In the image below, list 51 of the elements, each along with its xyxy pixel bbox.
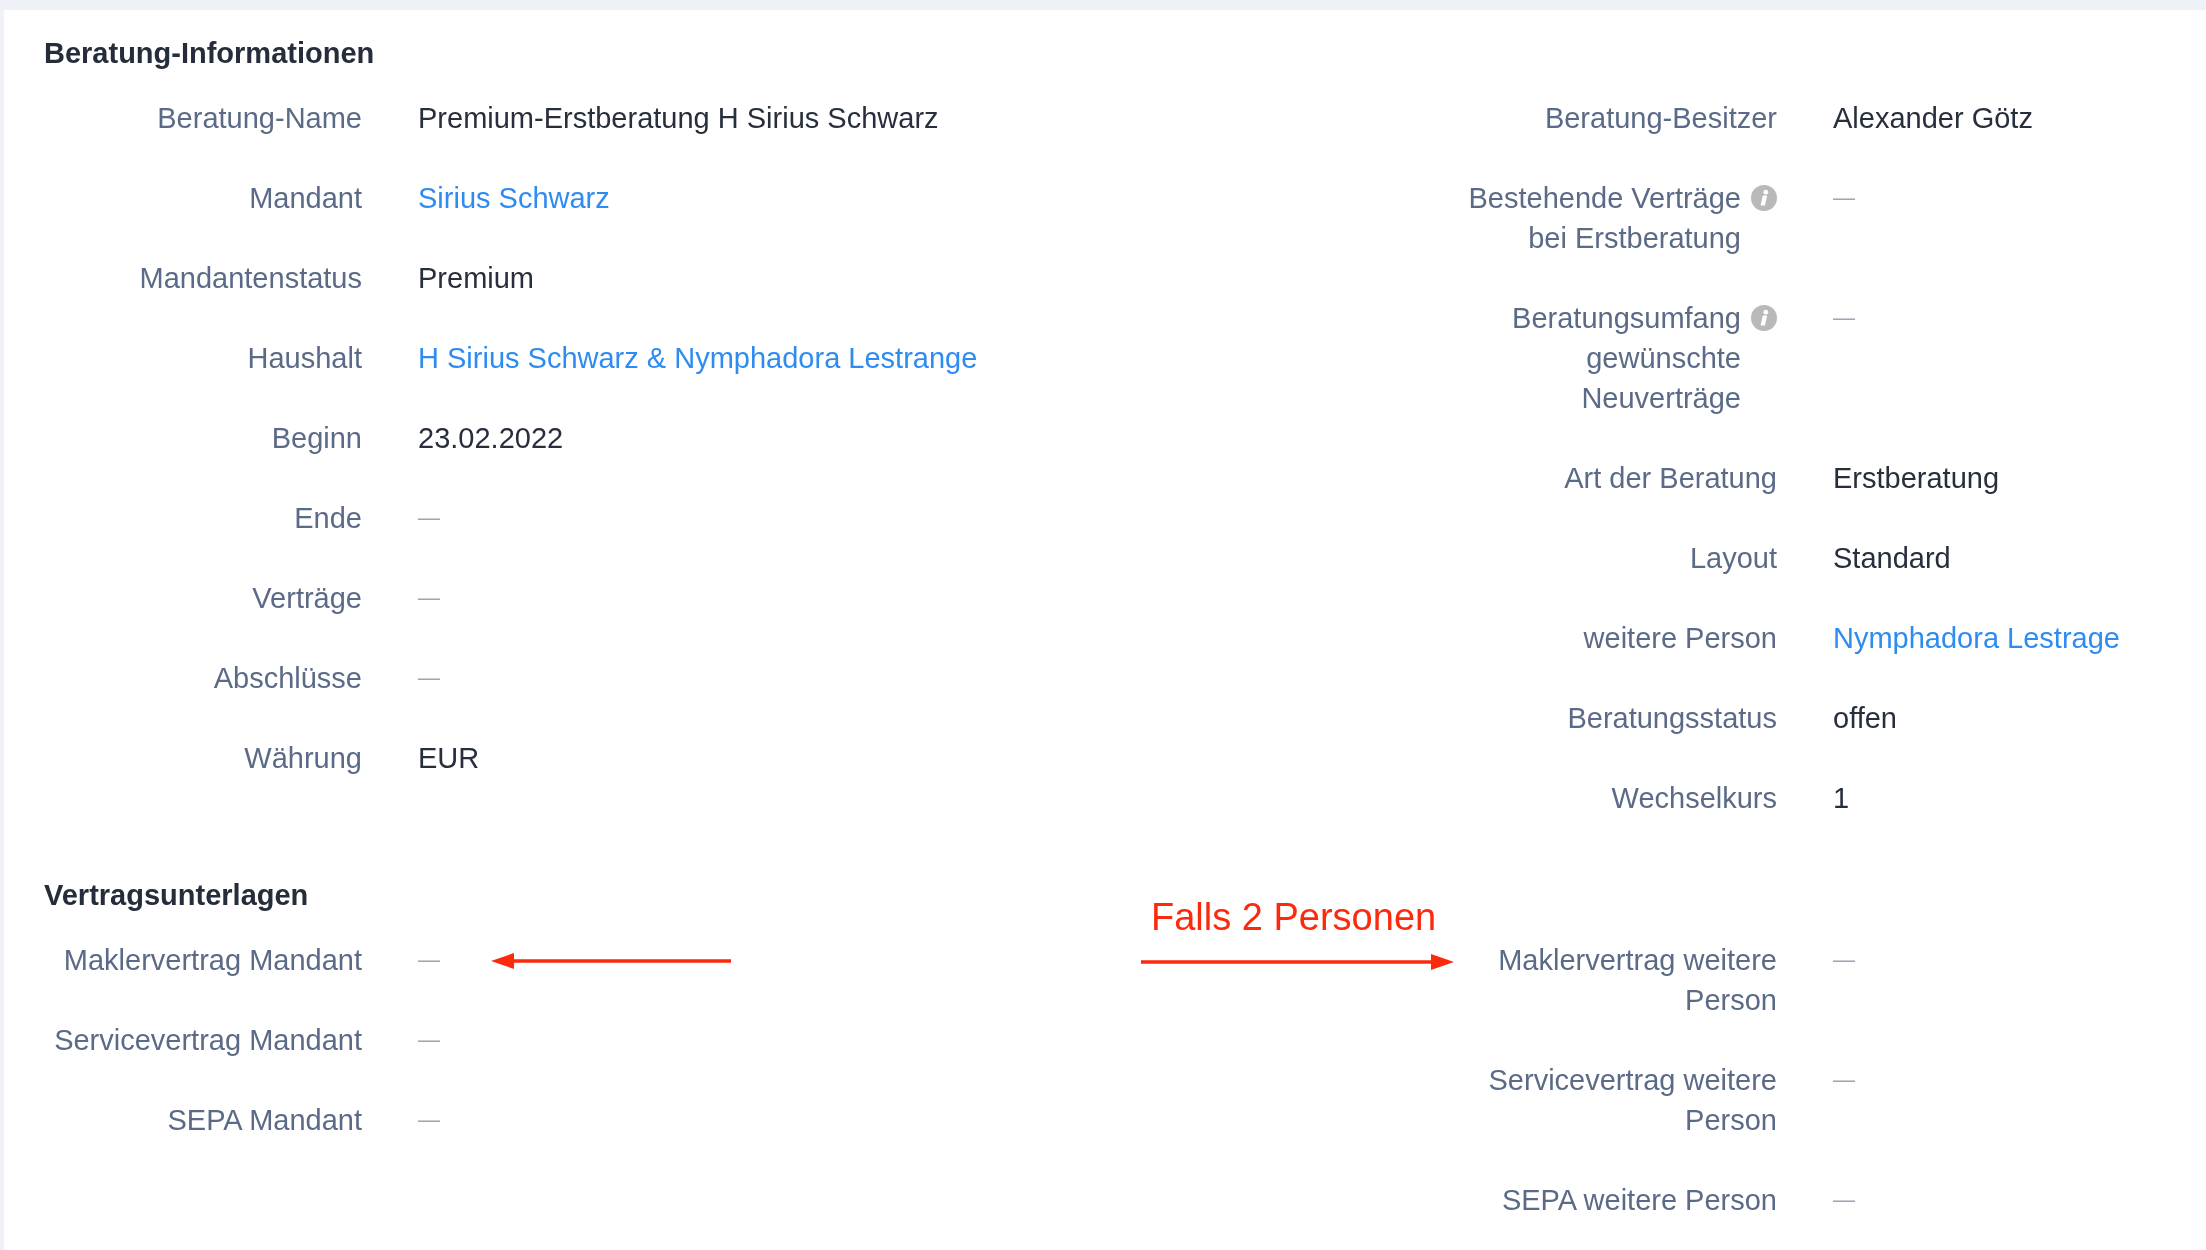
empty-value: — <box>418 946 440 974</box>
field-value: EUR <box>418 741 480 776</box>
field-value: Alexander Götz <box>1833 101 2033 136</box>
field-value: 1 <box>1833 781 1850 816</box>
info-icon[interactable] <box>1751 185 1777 211</box>
field-label: Abschlüsse <box>213 661 362 696</box>
field-label: weitere Person <box>1583 621 1777 656</box>
field-label: Mandantenstatus <box>139 261 362 296</box>
field-label: Beratungsumfang gewünschte Neuverträge <box>1511 301 1741 416</box>
field-value: 23.02.2022 <box>418 421 564 456</box>
field-value: Premium <box>418 261 534 296</box>
field-label: Beratungsstatus <box>1567 701 1777 736</box>
value-link[interactable]: Sirius Schwarz <box>418 178 610 218</box>
field-value: Erstberatung <box>1833 461 2000 496</box>
value-link[interactable]: H Sirius Schwarz & Nymphadora Lestrange <box>418 338 978 378</box>
empty-value: — <box>418 504 440 532</box>
section-title: Beratung-Informationen <box>44 36 376 71</box>
field-label: SEPA Mandant <box>167 1103 362 1138</box>
empty-value: — <box>1833 304 1855 332</box>
field-label: Beratung-Besitzer <box>1544 101 1777 136</box>
field-label: Art der Beratung <box>1564 461 1777 496</box>
field-label: Mandant <box>249 181 362 216</box>
empty-value: — <box>1833 1066 1855 1094</box>
field-label: Währung <box>244 741 362 776</box>
field-label: Haushalt <box>247 341 362 376</box>
field-label: Verträge <box>252 581 362 616</box>
empty-value: — <box>1833 1186 1855 1214</box>
section-title: Vertragsunterlagen <box>44 878 310 913</box>
field-value: offen <box>1833 701 1897 736</box>
field-label: Beratung-Name <box>157 101 362 136</box>
field-label: Bestehende Verträge bei Erstberatung <box>1467 181 1741 256</box>
field-label: Wechselkurs <box>1611 781 1777 816</box>
field-label: Beginn <box>271 421 362 456</box>
field-label: Maklervertrag Mandant <box>63 943 362 978</box>
empty-value: — <box>418 664 440 692</box>
field-label: Servicevertrag weitere Person <box>1487 1063 1777 1138</box>
field-label: Layout <box>1689 541 1777 576</box>
field-label: Ende <box>294 501 362 536</box>
empty-value: — <box>418 1026 440 1054</box>
annotation-note: Falls 2 Personen <box>1151 895 1437 939</box>
field-label: Servicevertrag Mandant <box>54 1023 362 1058</box>
field-label: SEPA weitere Person <box>1501 1183 1777 1218</box>
empty-value: — <box>418 1106 440 1134</box>
field-value: Standard <box>1833 541 1951 576</box>
empty-value: — <box>418 584 440 612</box>
empty-value: — <box>1833 184 1855 212</box>
value-link[interactable]: Nymphadora Lestrage <box>1833 618 2120 658</box>
field-value: Premium-Erstberatung H Sirius Schwarz <box>418 101 939 136</box>
info-icon[interactable] <box>1751 305 1777 331</box>
field-label: Maklervertrag weitere Person <box>1497 943 1777 1018</box>
empty-value: — <box>1833 946 1855 974</box>
